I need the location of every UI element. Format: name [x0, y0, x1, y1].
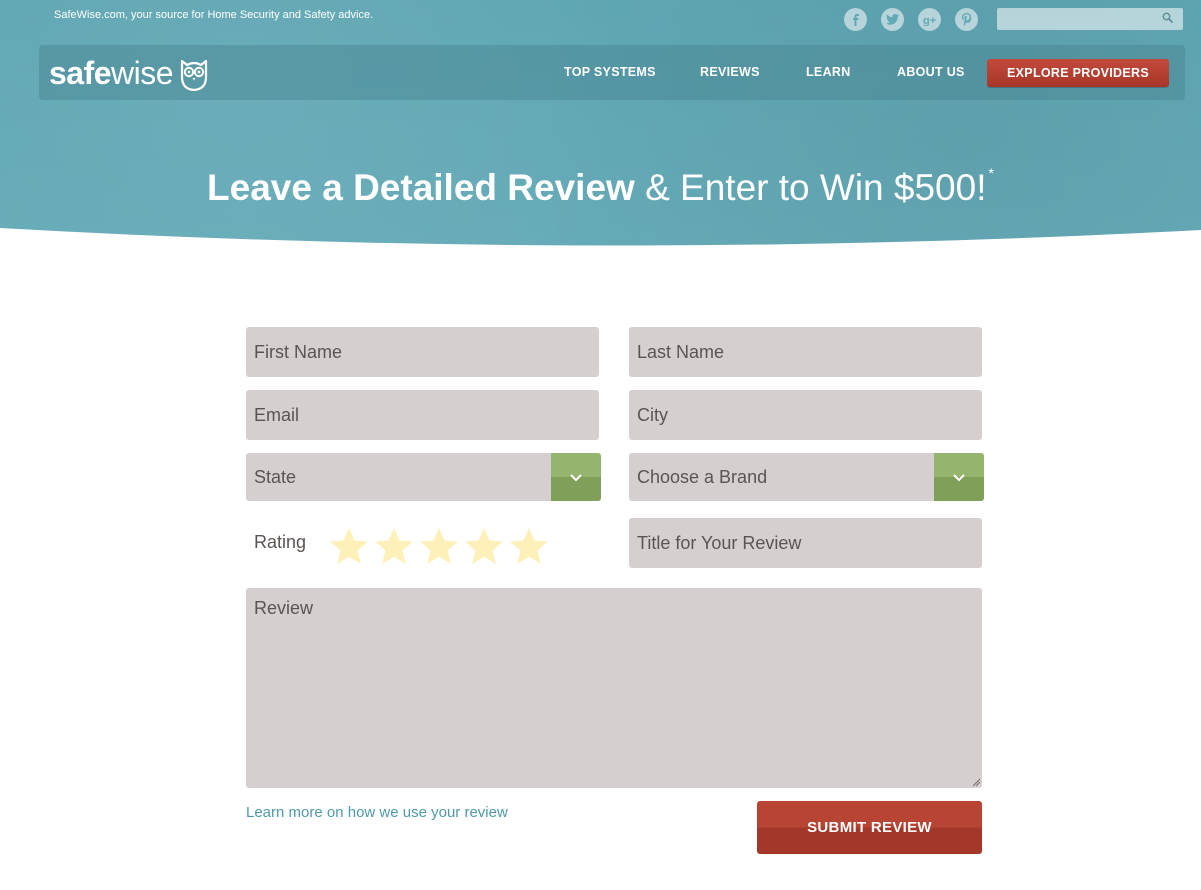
rating-star-3[interactable]	[419, 527, 459, 565]
page-headline: Leave a Detailed Review & Enter to Win $…	[0, 148, 1201, 213]
headline-footnote-mark: *	[988, 165, 994, 181]
facebook-icon[interactable]	[844, 8, 867, 31]
nav-learn[interactable]: LEARN	[806, 65, 851, 79]
hero-curve	[0, 228, 1201, 262]
review-title-placeholder: Title for Your Review	[637, 532, 802, 553]
email-placeholder: Email	[254, 404, 300, 425]
city-field[interactable]: City	[629, 390, 982, 440]
search-input[interactable]	[997, 8, 1183, 30]
review-placeholder: Review	[254, 598, 314, 618]
brand-select-toggle[interactable]	[934, 453, 984, 501]
nav-reviews[interactable]: REVIEWS	[700, 65, 760, 79]
last-name-field[interactable]: Last Name	[629, 327, 982, 377]
rating-star-2[interactable]	[374, 527, 414, 565]
state-select-toggle[interactable]	[551, 453, 601, 501]
rating-star-5[interactable]	[509, 527, 549, 565]
headline-strong: Leave a Detailed Review	[207, 167, 635, 208]
svg-text:g+: g+	[923, 15, 936, 26]
rating-star-1[interactable]	[329, 527, 369, 565]
nav-top-systems[interactable]: TOP SYSTEMS	[564, 65, 656, 79]
resize-grip-icon[interactable]	[972, 778, 980, 786]
chevron-down-icon	[953, 473, 965, 481]
last-name-placeholder: Last Name	[637, 341, 725, 362]
first-name-placeholder: First Name	[254, 341, 343, 362]
review-textarea[interactable]: Review	[246, 588, 982, 788]
brand-select-value: Choose a Brand	[637, 466, 768, 487]
learn-more-link[interactable]: Learn more on how we use your review	[246, 804, 508, 821]
chevron-down-icon	[570, 473, 582, 481]
explore-providers-button[interactable]: EXPLORE PROVIDERS	[987, 59, 1169, 87]
site-logo[interactable]: safewise	[49, 53, 209, 93]
city-placeholder: City	[637, 404, 668, 425]
twitter-icon[interactable]	[881, 8, 904, 31]
email-field[interactable]: Email	[246, 390, 599, 440]
brand-select[interactable]: Choose a Brand	[629, 453, 984, 501]
logo-wordmark: safewise	[49, 55, 174, 91]
owl-logo-icon	[180, 59, 208, 91]
google-plus-icon[interactable]: g+	[918, 8, 941, 31]
nav-about-us[interactable]: ABOUT US	[897, 65, 965, 79]
rating-star-4[interactable]	[464, 527, 504, 565]
search-icon[interactable]	[1161, 11, 1175, 25]
rating-label: Rating	[254, 532, 307, 552]
first-name-field[interactable]: First Name	[246, 327, 599, 377]
submit-review-button[interactable]: SUBMIT REVIEW	[757, 801, 982, 854]
pinterest-icon[interactable]	[955, 8, 978, 31]
state-select[interactable]: State	[246, 453, 601, 501]
review-title-field[interactable]: Title for Your Review	[629, 518, 982, 568]
headline-light: & Enter to Win $500!	[645, 167, 987, 208]
state-select-value: State	[254, 466, 297, 487]
site-tagline: SafeWise.com, your source for Home Secur…	[54, 9, 374, 21]
